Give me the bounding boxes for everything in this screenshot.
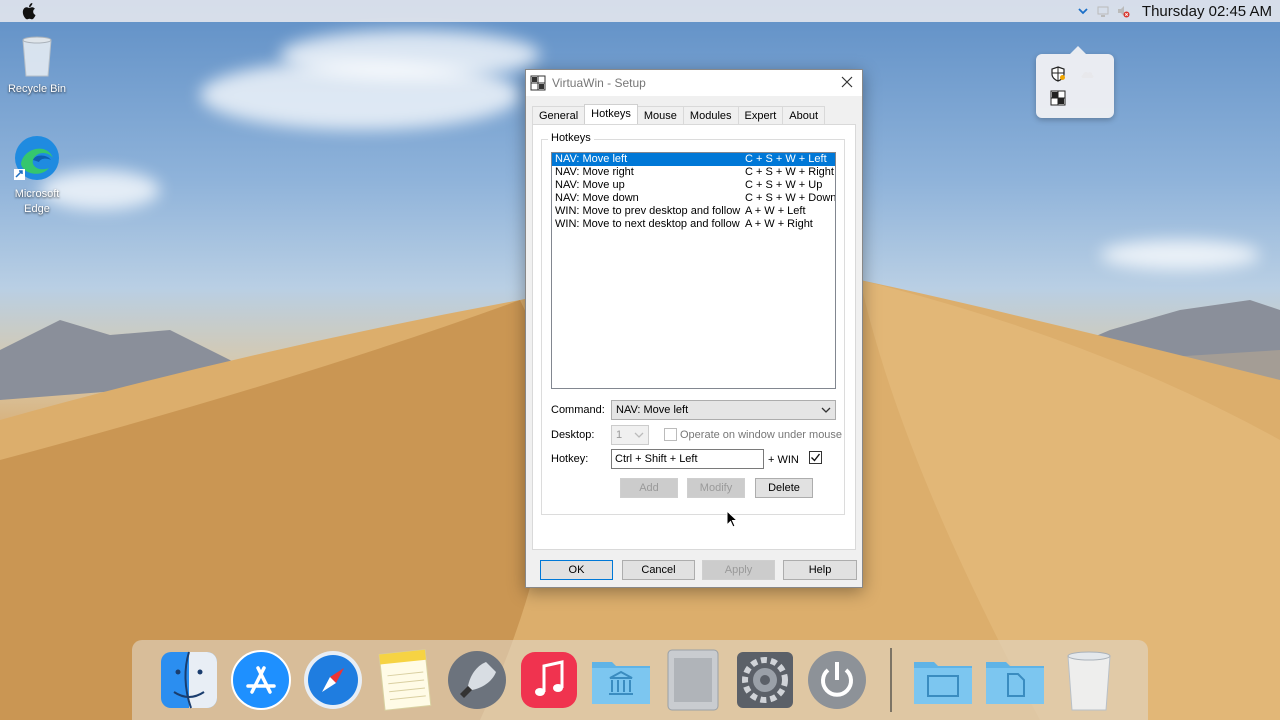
list-item[interactable]: WIN: Move to next desktop and follow A +… (552, 218, 835, 231)
documents-folder-icon[interactable] (912, 648, 974, 712)
close-icon[interactable] (840, 75, 854, 89)
chevron-down-icon (634, 432, 644, 438)
desktop-icon-label: Recycle Bin (7, 83, 67, 95)
virtuawin-app-icon (530, 75, 546, 91)
hotkey-command: NAV: Move up (555, 179, 625, 191)
tab-hotkeys[interactable]: Hotkeys (584, 104, 638, 124)
list-item[interactable]: NAV: Move up C + S + W + Up (552, 179, 835, 192)
hotkey-keys: C + S + W + Down (745, 192, 835, 204)
hotkey-keys: C + S + W + Right (745, 166, 834, 178)
file-folder-icon[interactable] (984, 648, 1046, 712)
virtuawin-tray-icon[interactable] (1050, 90, 1066, 106)
desktop-icon-microsoft-edge[interactable]: Microsoft Edge (2, 134, 72, 217)
microsoft-edge-icon (14, 136, 59, 180)
hotkey-input[interactable]: Ctrl + Shift + Left (611, 449, 764, 469)
virtuawin-setup-dialog: VirtuaWin - Setup General Hotkeys Mouse … (525, 69, 863, 588)
tab-modules[interactable]: Modules (682, 106, 739, 124)
apple-menu-icon[interactable] (20, 2, 36, 20)
tab-mouse[interactable]: Mouse (636, 106, 684, 124)
delete-button[interactable]: Delete (755, 478, 813, 498)
ok-button[interactable]: OK (540, 560, 613, 580)
checkmark-icon (811, 453, 821, 462)
hotkeys-tab-panel: Hotkeys NAV: Move left C + S + W + Left … (532, 124, 856, 550)
tab-strip: General Hotkeys Mouse Modules Expert Abo… (532, 104, 826, 124)
list-item[interactable]: NAV: Move right C + S + W + Right (552, 166, 835, 179)
system-tray: Thursday 02:45 AM (1076, 0, 1272, 22)
dock-separator (890, 648, 892, 712)
list-item[interactable]: WIN: Move to prev desktop and follow A +… (552, 205, 835, 218)
network-icon[interactable] (1096, 4, 1110, 18)
win-label: + WIN (768, 454, 799, 466)
mac-pro-icon[interactable] (662, 648, 724, 712)
cloud-icon[interactable] (1080, 68, 1096, 80)
groupbox-label: Hotkeys (548, 132, 594, 144)
hotkey-command: NAV: Move left (555, 153, 628, 165)
hotkeys-groupbox: Hotkeys NAV: Move left C + S + W + Left … (541, 132, 845, 515)
tab-about[interactable]: About (782, 106, 826, 124)
launchpad-icon[interactable] (446, 648, 508, 712)
cancel-button[interactable]: Cancel (622, 560, 695, 580)
tray-overflow-popup (1036, 46, 1114, 118)
clock[interactable]: Thursday 02:45 AM (1142, 3, 1272, 20)
hotkeys-list[interactable]: NAV: Move left C + S + W + Left NAV: Mov… (551, 152, 836, 389)
hotkey-command: NAV: Move down (555, 192, 639, 204)
top-menu-bar: Thursday 02:45 AM (0, 0, 1280, 22)
mouse-cursor-icon (726, 510, 738, 528)
security-shield-icon[interactable] (1050, 66, 1066, 82)
help-button[interactable]: Help (783, 560, 857, 580)
command-select-value: NAV: Move left (616, 404, 689, 416)
add-button[interactable]: Add (620, 478, 678, 498)
hotkey-keys: A + W + Left (745, 205, 806, 217)
app-store-icon[interactable] (230, 648, 292, 712)
finder-icon[interactable] (158, 648, 220, 712)
list-item[interactable]: NAV: Move left C + S + W + Left (552, 153, 835, 166)
dialog-title: VirtuaWin - Setup (552, 76, 646, 90)
recycle-bin-icon (22, 36, 52, 77)
modify-button[interactable]: Modify (687, 478, 745, 498)
dialog-titlebar[interactable]: VirtuaWin - Setup (526, 70, 862, 96)
tab-expert[interactable]: Expert (737, 106, 784, 124)
safari-icon[interactable] (302, 648, 364, 712)
volume-muted-icon[interactable] (1116, 4, 1130, 18)
hotkey-command: WIN: Move to prev desktop and follow (555, 205, 741, 217)
library-folder-icon[interactable] (590, 648, 652, 712)
notes-icon[interactable] (374, 648, 436, 712)
music-icon[interactable] (518, 648, 580, 712)
trash-icon[interactable] (1058, 648, 1120, 712)
chevron-down-icon (821, 407, 831, 413)
desktop-label: Desktop: (551, 429, 595, 441)
system-preferences-icon[interactable] (734, 648, 796, 712)
apply-button[interactable]: Apply (702, 560, 775, 580)
desktop-icon-recycle-bin[interactable]: Recycle Bin (2, 32, 72, 95)
hotkey-input-value: Ctrl + Shift + Left (615, 453, 698, 465)
tab-general[interactable]: General (532, 106, 586, 124)
win-checkbox[interactable] (809, 451, 822, 464)
hotkey-command: WIN: Move to next desktop and follow (555, 218, 740, 230)
desktop-select-value: 1 (616, 429, 623, 441)
hotkey-keys: C + S + W + Left (745, 153, 827, 165)
command-label: Command: (551, 404, 605, 416)
operate-under-mouse-checkbox[interactable] (664, 428, 677, 441)
list-item[interactable]: NAV: Move down C + S + W + Down (552, 192, 835, 205)
dock (132, 640, 1148, 720)
hotkey-command: NAV: Move right (555, 166, 634, 178)
power-icon[interactable] (806, 648, 868, 712)
desktop-icon-label: Microsoft Edge (14, 188, 60, 215)
hotkey-keys: C + S + W + Up (745, 179, 823, 191)
operate-under-mouse-label: Operate on window under mouse (680, 429, 843, 441)
chevron-down-icon[interactable] (1076, 4, 1090, 18)
desktop-select[interactable]: 1 (611, 425, 649, 445)
command-select[interactable]: NAV: Move left (611, 400, 836, 420)
hotkey-label: Hotkey: (551, 453, 589, 465)
hotkey-keys: A + W + Right (745, 218, 813, 230)
